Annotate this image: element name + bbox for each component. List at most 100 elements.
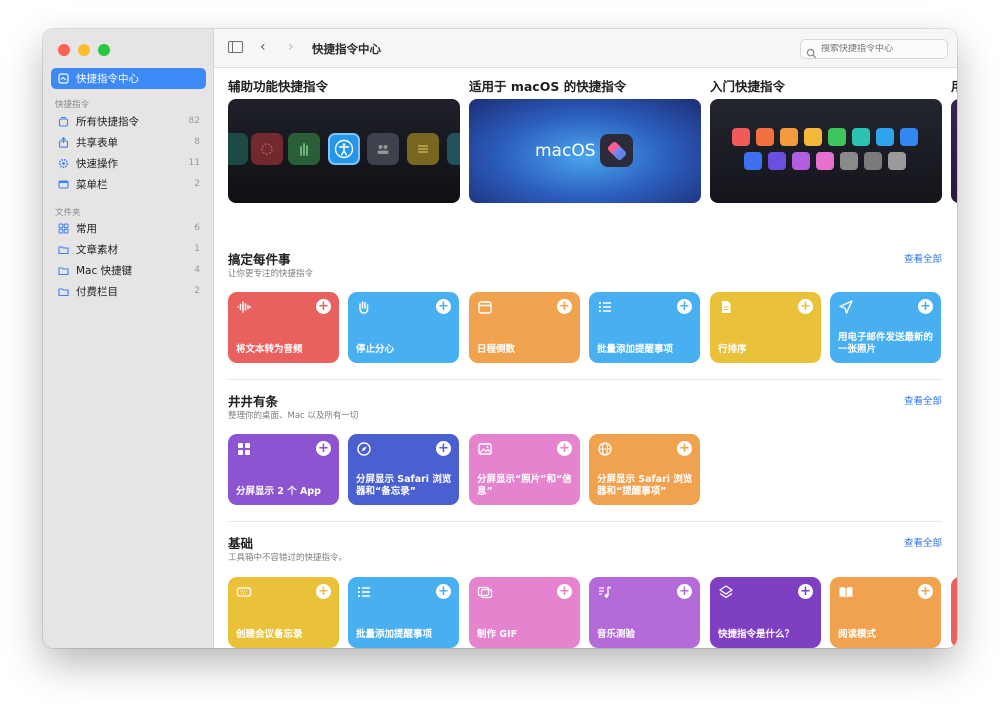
- book-icon: [838, 584, 854, 600]
- sidebar-item-count: 11: [188, 158, 200, 168]
- sidebar: 快捷指令中心 快捷指令 所有快捷指令 82 共享表单 8 快速操作 11 菜单栏…: [43, 29, 214, 648]
- shortcut-card[interactable]: + 用电子邮件发送最新的一张照片: [830, 292, 941, 363]
- add-shortcut-button[interactable]: +: [918, 299, 933, 314]
- add-shortcut-button[interactable]: +: [918, 584, 933, 599]
- shortcut-card[interactable]: + 创建会议备忘录: [228, 577, 339, 648]
- shortcut-card[interactable]: + 停止分心: [348, 292, 459, 363]
- shortcut-card[interactable]: + 将文本转为音频: [228, 292, 339, 363]
- featured-banner-macos[interactable]: macOS: [469, 99, 701, 203]
- sidebar-item-share-sheet[interactable]: 共享表单 8: [51, 132, 206, 152]
- featured-banner-starter[interactable]: [710, 99, 942, 203]
- search-input[interactable]: [821, 44, 941, 54]
- main-content: 辅助功能快捷指令 适用于 macOS 的快捷指令 入门快捷指令 用 macOS: [214, 68, 957, 648]
- section-subtitle: 整理你的桌面、Mac 以及所有一切: [228, 411, 359, 421]
- shortcuts-app-icon: [600, 134, 633, 167]
- search-icon: [806, 44, 817, 58]
- globe-icon: [597, 441, 613, 457]
- shortcut-card[interactable]: + 批量添加提醒事项: [348, 577, 459, 648]
- zoom-window-button[interactable]: [98, 44, 110, 56]
- share-icon: [58, 136, 69, 148]
- card-label: 停止分心: [356, 344, 395, 355]
- sidebar-item-folder-paid[interactable]: 付费栏目 2: [51, 281, 206, 301]
- card-label: 快捷指令是什么？: [718, 629, 795, 640]
- add-shortcut-button[interactable]: +: [677, 299, 692, 314]
- see-all-link[interactable]: 查看全部: [904, 393, 942, 407]
- mail-icon: [876, 128, 894, 146]
- paperplane-icon: [838, 299, 854, 315]
- sidebar-item-all-shortcuts[interactable]: 所有快捷指令 82: [51, 111, 206, 131]
- sidebar-section-shortcuts: 快捷指令: [55, 100, 90, 110]
- shortcut-card[interactable]: + 音乐测验: [589, 577, 700, 648]
- sidebar-section-folders: 文件夹: [55, 208, 81, 218]
- see-all-link[interactable]: 查看全部: [904, 251, 942, 265]
- forward-chevron-icon[interactable]: ›: [288, 39, 294, 55]
- shortcut-card[interactable]: + 分屏显示 2 个 App: [228, 434, 339, 505]
- add-shortcut-button[interactable]: +: [557, 441, 572, 456]
- section-title-organized: 井井有条: [228, 394, 279, 409]
- speed-icon: [864, 152, 882, 170]
- people-icon: [367, 133, 399, 165]
- scan-icon: [888, 152, 906, 170]
- teal-app-icon: [447, 133, 460, 165]
- accessibility-icon: [328, 133, 360, 165]
- list-icon: [597, 299, 613, 315]
- add-shortcut-button[interactable]: +: [436, 584, 451, 599]
- gallery-icon: [58, 73, 69, 84]
- add-shortcut-button[interactable]: +: [316, 441, 331, 456]
- sidebar-item-count: 6: [194, 223, 200, 233]
- card-label: 将文本转为音频: [236, 344, 303, 355]
- toggle-sidebar-icon[interactable]: [228, 41, 243, 53]
- sidebar-item-label: 菜单栏: [76, 178, 108, 191]
- back-chevron-icon[interactable]: ‹: [260, 39, 266, 55]
- add-shortcut-button[interactable]: +: [798, 584, 813, 599]
- sidebar-item-gallery[interactable]: 快捷指令中心: [51, 68, 206, 89]
- sidebar-item-folder-mac-shortcuts[interactable]: Mac 快捷键 4: [51, 260, 206, 280]
- sidebar-item-label: 所有快捷指令: [76, 115, 139, 128]
- search-field[interactable]: [800, 39, 948, 59]
- layers-icon: [768, 152, 786, 170]
- featured-title-partial: 用: [951, 76, 957, 95]
- shortcut-card[interactable]: + 阅读模式: [830, 577, 941, 648]
- shortcut-card[interactable]: + 批量添加提醒事项: [589, 292, 700, 363]
- sidebar-item-folder-common[interactable]: 常用 6: [51, 218, 206, 238]
- chat-icon: [852, 128, 870, 146]
- shortcut-card[interactable]: + 行排序: [710, 292, 821, 363]
- sidebar-item-menu-bar[interactable]: 菜单栏 2: [51, 174, 206, 194]
- shortcut-card[interactable]: + 日程倒数: [469, 292, 580, 363]
- shortcut-card[interactable]: + 分屏显示 Safari 浏览器和“提醒事项”: [589, 434, 700, 505]
- add-shortcut-button[interactable]: +: [436, 299, 451, 314]
- keyboard-icon: [236, 584, 252, 600]
- calendar-icon: [477, 299, 493, 315]
- sidebar-item-folder-materials[interactable]: 文章素材 1: [51, 239, 206, 259]
- add-shortcut-button[interactable]: +: [436, 441, 451, 456]
- menubar-icon: [58, 179, 69, 190]
- folder-icon: [58, 286, 69, 297]
- featured-banner-partial[interactable]: [951, 99, 957, 203]
- shortcut-card[interactable]: + 分屏显示 Safari 浏览器和“备忘录”: [348, 434, 459, 505]
- folder-icon: [58, 265, 69, 276]
- sidebar-item-quick-actions[interactable]: 快速操作 11: [51, 153, 206, 173]
- featured-banner-accessibility[interactable]: [228, 99, 460, 203]
- add-shortcut-button[interactable]: +: [316, 299, 331, 314]
- minimize-window-button[interactable]: [78, 44, 90, 56]
- compass-icon: [356, 441, 372, 457]
- add-shortcut-button[interactable]: +: [798, 299, 813, 314]
- add-shortcut-button[interactable]: +: [316, 584, 331, 599]
- add-shortcut-button[interactable]: +: [557, 584, 572, 599]
- sidebar-item-count: 8: [194, 137, 200, 147]
- shortcut-card-partial[interactable]: [951, 577, 957, 648]
- window-title: 快捷指令中心: [312, 42, 381, 56]
- shortcut-card[interactable]: + 分屏显示“照片”和“信息”: [469, 434, 580, 505]
- see-all-link[interactable]: 查看全部: [904, 535, 942, 549]
- add-shortcut-button[interactable]: +: [677, 441, 692, 456]
- add-shortcut-button[interactable]: +: [557, 299, 572, 314]
- card-label: 阅读模式: [838, 629, 877, 640]
- shortcut-card[interactable]: + 快捷指令是什么？: [710, 577, 821, 648]
- close-window-button[interactable]: [58, 44, 70, 56]
- document-icon: [718, 299, 734, 315]
- flower-icon: [251, 133, 283, 165]
- add-shortcut-button[interactable]: +: [677, 584, 692, 599]
- gif-icon: [477, 584, 493, 600]
- shortcut-card[interactable]: + 制作 GIF: [469, 577, 580, 648]
- photo-icon: [477, 441, 493, 457]
